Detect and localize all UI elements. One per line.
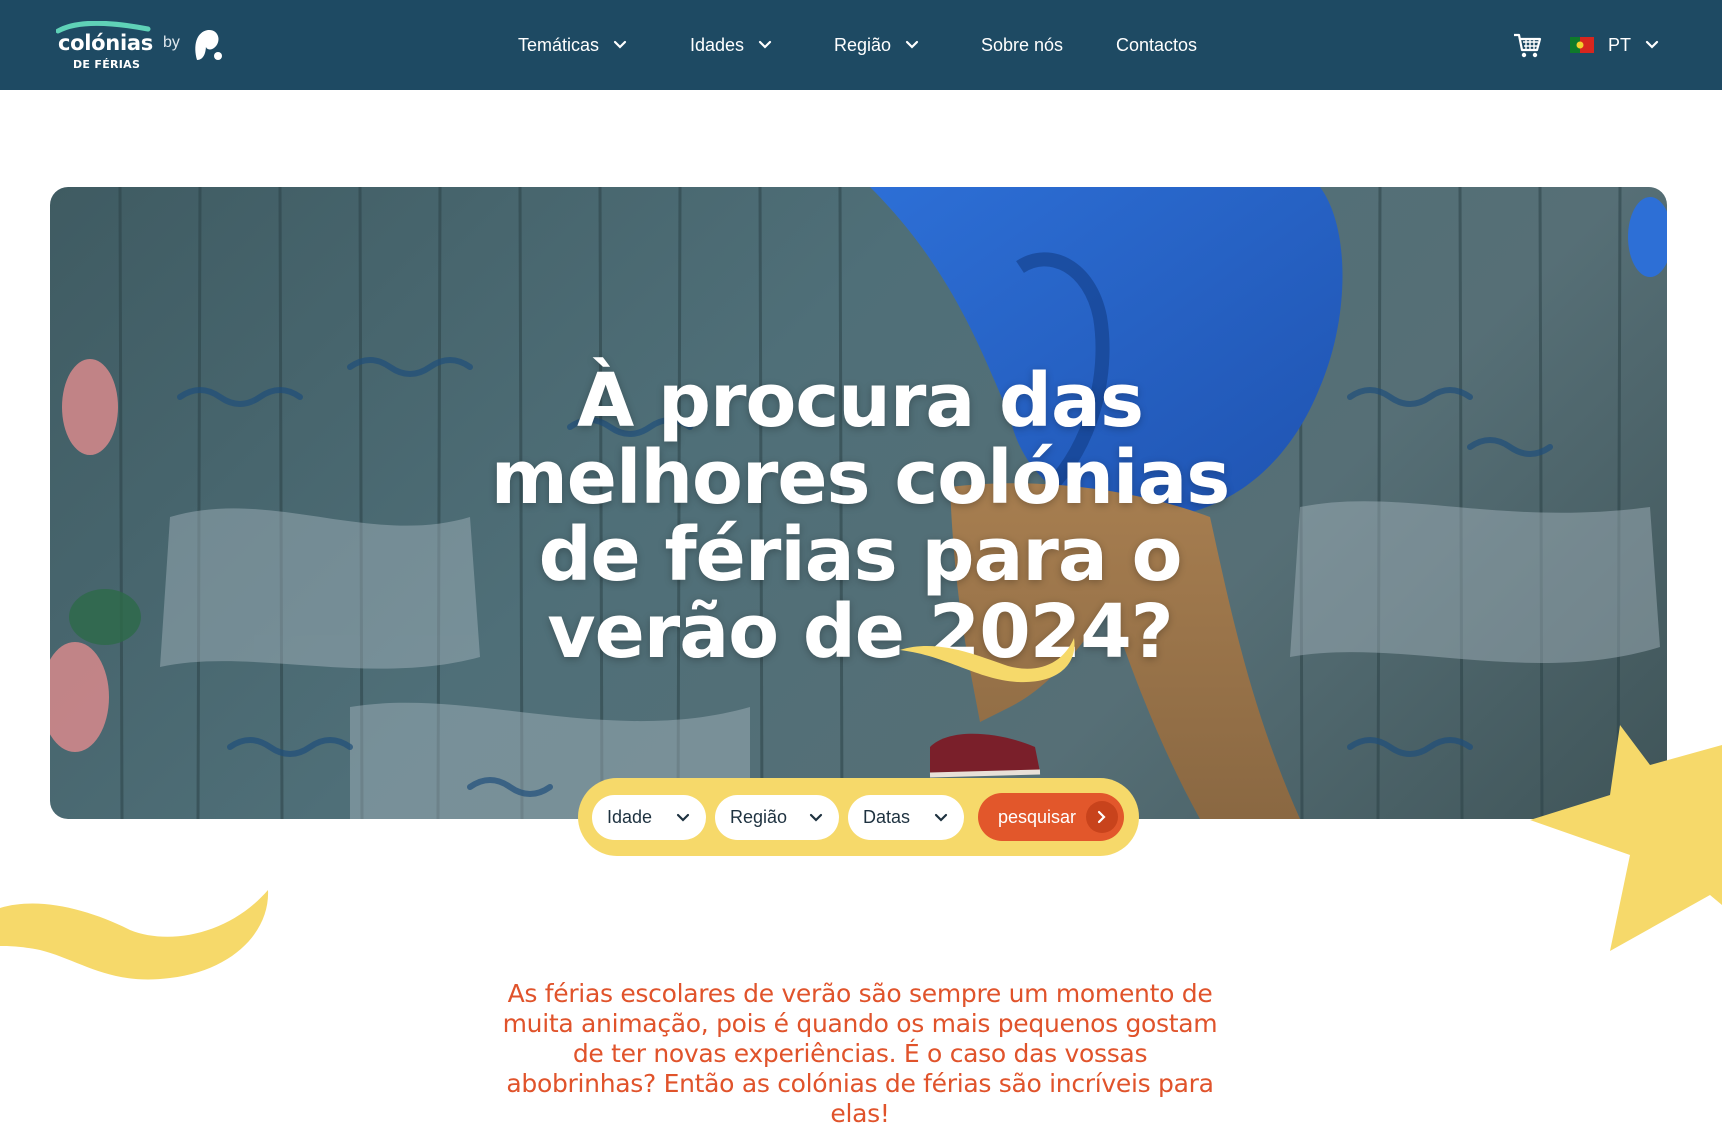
logo-by-label: by [163, 34, 180, 51]
nav-item-idades[interactable]: Idades [690, 0, 772, 90]
intro-text: As férias escolares de verão são sempre … [502, 979, 1218, 1128]
chevron-down-icon [676, 813, 690, 822]
nav-label: Temáticas [518, 34, 600, 55]
swoosh-decoration [900, 638, 1075, 683]
search-button[interactable]: pesquisar [978, 793, 1124, 841]
chevron-down-icon [905, 40, 919, 49]
hero-banner: À procura das melhores colónias de féria… [50, 187, 1667, 819]
age-select-label: Idade [607, 807, 653, 827]
chevron-right-icon [1086, 801, 1118, 833]
search-bar: Idade Região Datas pesquisar [578, 778, 1139, 856]
region-select[interactable]: Região [715, 795, 839, 840]
partner-logo-icon[interactable] [193, 28, 223, 62]
nav-label: Idades [690, 34, 745, 55]
brand-subtitle: DE FÉRIAS [73, 58, 141, 71]
site-header: colónias DE FÉRIAS by Temáticas Idades R… [0, 0, 1722, 90]
nav-item-regiao[interactable]: Região [834, 0, 919, 90]
dates-select[interactable]: Datas [848, 795, 964, 840]
nav-label: Região [834, 34, 892, 55]
nav-item-contactos[interactable]: Contactos [1116, 0, 1197, 90]
hero-title: À procura das melhores colónias de féria… [490, 358, 1231, 675]
chevron-down-icon [1645, 40, 1659, 49]
chevron-down-icon [613, 40, 627, 49]
nav-label: Contactos [1116, 34, 1198, 55]
chevron-down-icon [809, 813, 823, 822]
age-select[interactable]: Idade [592, 795, 706, 840]
region-select-label: Região [730, 807, 788, 827]
swoosh-decoration [0, 890, 269, 980]
shopping-cart-icon[interactable] [1512, 30, 1542, 60]
language-selector[interactable]: PT [1570, 28, 1659, 62]
language-label: PT [1608, 34, 1632, 55]
nav-item-sobre-nos[interactable]: Sobre nós [981, 0, 1063, 90]
nav-item-tematicas[interactable]: Temáticas [518, 0, 627, 90]
nav-label: Sobre nós [981, 34, 1064, 55]
star-decoration [1530, 725, 1722, 951]
search-button-label: pesquisar [998, 806, 1077, 827]
chevron-down-icon [758, 40, 772, 49]
dates-select-label: Datas [863, 807, 911, 827]
brand-name: colónias [58, 31, 153, 55]
chevron-down-icon [934, 813, 948, 822]
portugal-flag-icon [1570, 37, 1594, 53]
